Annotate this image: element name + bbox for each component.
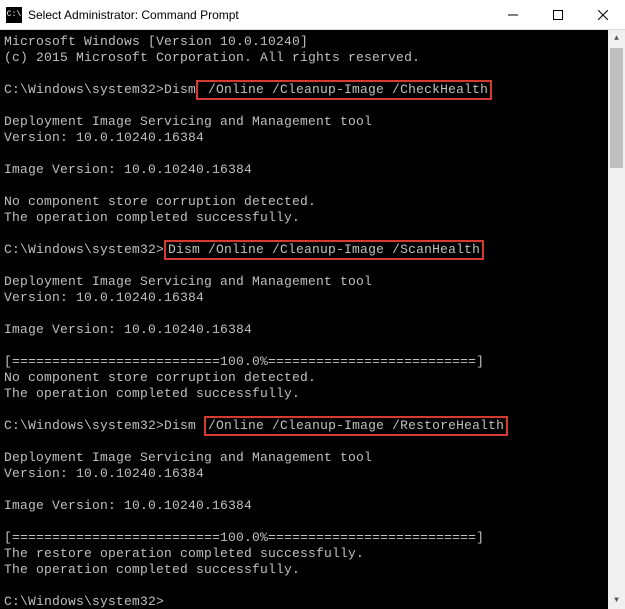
- console-line: [4, 178, 604, 194]
- console-line: C:\Windows\system32>Dism /Online /Cleanu…: [4, 242, 604, 258]
- console-line: Version: 10.0.10240.16384: [4, 130, 604, 146]
- console-line: [4, 146, 604, 162]
- console-line: Version: 10.0.10240.16384: [4, 290, 604, 306]
- console-line: C:\Windows\system32>: [4, 594, 604, 609]
- prompt-text: C:\Windows\system32>Dism: [4, 418, 204, 433]
- console-line: The restore operation completed successf…: [4, 546, 604, 562]
- console-line: [==========================100.0%=======…: [4, 354, 604, 370]
- prompt-text: C:\Windows\system32>Dism: [4, 82, 196, 97]
- console-line: Deployment Image Servicing and Managemen…: [4, 450, 604, 466]
- prompt-text: C:\Windows\system32>: [4, 242, 164, 257]
- console-line: C:\Windows\system32>Dism /Online /Cleanu…: [4, 418, 604, 434]
- highlighted-command: /Online /Cleanup-Image /RestoreHealth: [204, 416, 508, 436]
- console-line: C:\Windows\system32>Dism /Online /Cleanu…: [4, 82, 604, 98]
- maximize-button[interactable]: [535, 0, 580, 29]
- titlebar: C:\ Select Administrator: Command Prompt: [0, 0, 625, 30]
- console-line: [4, 482, 604, 498]
- console-line: Deployment Image Servicing and Managemen…: [4, 114, 604, 130]
- window-controls: [490, 0, 625, 29]
- console-line: The operation completed successfully.: [4, 386, 604, 402]
- console-line: No component store corruption detected.: [4, 194, 604, 210]
- console-line: Deployment Image Servicing and Managemen…: [4, 274, 604, 290]
- console-line: Version: 10.0.10240.16384: [4, 466, 604, 482]
- console-line: [4, 338, 604, 354]
- console-line: (c) 2015 Microsoft Corporation. All righ…: [4, 50, 604, 66]
- vertical-scrollbar[interactable]: ▲ ▼: [608, 30, 625, 609]
- console-line: The operation completed successfully.: [4, 562, 604, 578]
- console-line: [4, 578, 604, 594]
- console-line: [4, 306, 604, 322]
- console-line: The operation completed successfully.: [4, 210, 604, 226]
- scroll-up-arrow[interactable]: ▲: [608, 30, 625, 47]
- console-area[interactable]: Microsoft Windows [Version 10.0.10240](c…: [0, 30, 625, 609]
- console-line: [4, 434, 604, 450]
- console-output: Microsoft Windows [Version 10.0.10240](c…: [0, 30, 608, 609]
- console-line: [4, 98, 604, 114]
- console-line: Microsoft Windows [Version 10.0.10240]: [4, 34, 604, 50]
- console-line: Image Version: 10.0.10240.16384: [4, 162, 604, 178]
- highlighted-command: Dism /Online /Cleanup-Image /ScanHealth: [164, 240, 484, 260]
- close-button[interactable]: [580, 0, 625, 29]
- minimize-button[interactable]: [490, 0, 535, 29]
- console-line: [4, 258, 604, 274]
- console-line: [==========================100.0%=======…: [4, 530, 604, 546]
- window-title: Select Administrator: Command Prompt: [28, 8, 490, 22]
- highlighted-command: /Online /Cleanup-Image /CheckHealth: [196, 80, 492, 100]
- console-line: Image Version: 10.0.10240.16384: [4, 322, 604, 338]
- console-line: Image Version: 10.0.10240.16384: [4, 498, 604, 514]
- console-line: No component store corruption detected.: [4, 370, 604, 386]
- console-line: [4, 514, 604, 530]
- scroll-down-arrow[interactable]: ▼: [608, 592, 625, 609]
- scrollbar-thumb[interactable]: [610, 48, 623, 168]
- cmd-icon: C:\: [6, 7, 22, 23]
